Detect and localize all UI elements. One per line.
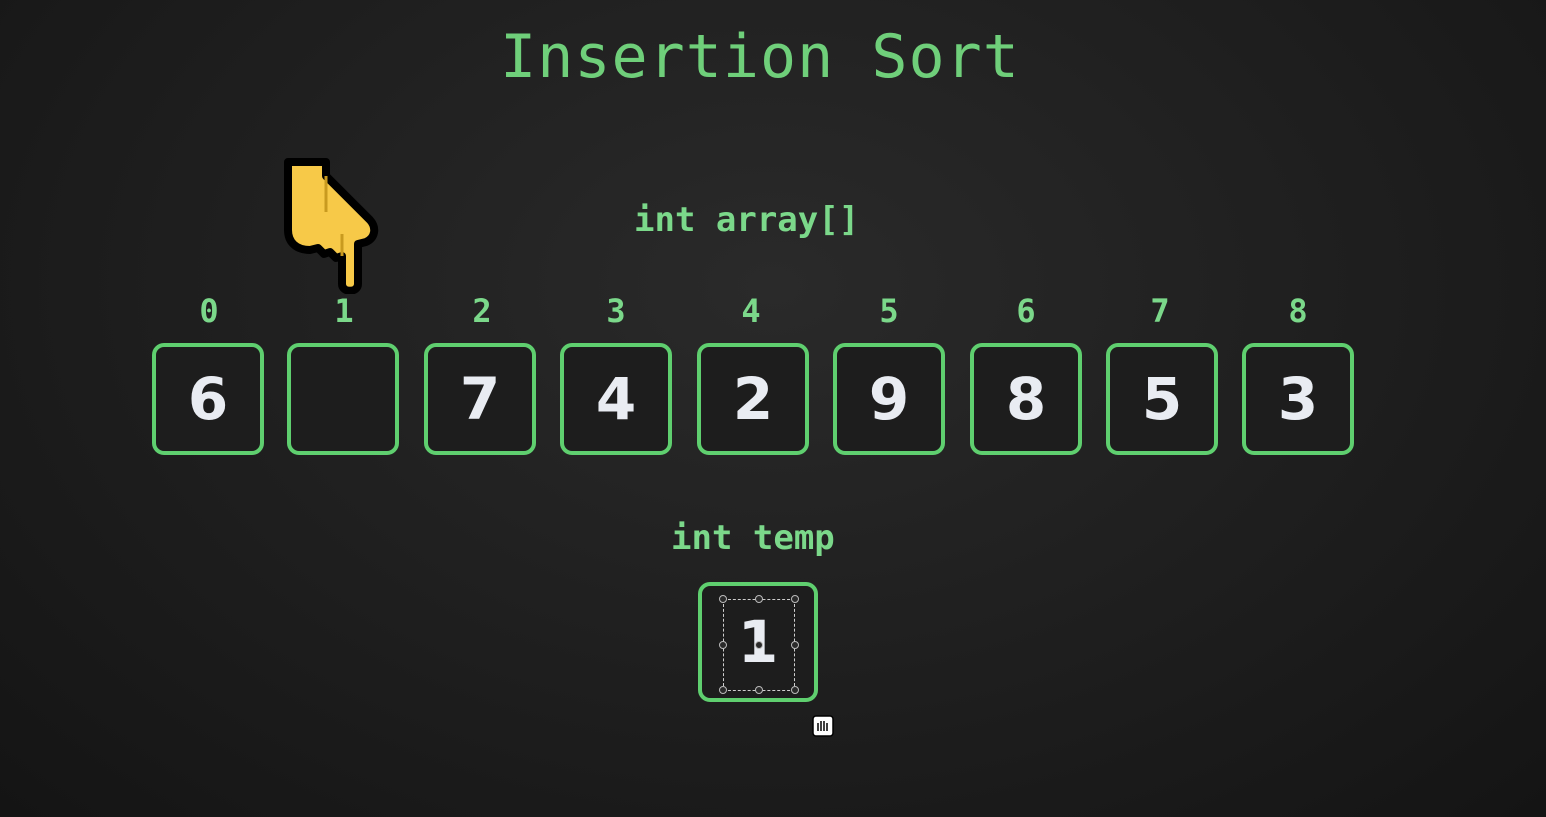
array-cell[interactable]: 9 xyxy=(833,343,945,455)
array-index: 6 xyxy=(1016,292,1036,330)
resize-handle[interactable] xyxy=(791,595,799,603)
array-cell-value: 4 xyxy=(595,365,637,433)
array-cell[interactable]: 3 xyxy=(1242,343,1354,455)
array-index: 0 xyxy=(199,292,219,330)
array-index: 4 xyxy=(741,292,761,330)
array-cell[interactable]: 4 xyxy=(560,343,672,455)
array-index: 2 xyxy=(472,292,492,330)
array-cell[interactable]: 5 xyxy=(1106,343,1218,455)
array-cell[interactable] xyxy=(287,343,399,455)
resize-handle[interactable] xyxy=(755,686,763,694)
resize-handle[interactable] xyxy=(791,686,799,694)
array-cell-value: 3 xyxy=(1277,365,1319,433)
array-label: int array[] xyxy=(634,200,860,240)
array-cell-value: 5 xyxy=(1141,365,1183,433)
array-cell[interactable]: 8 xyxy=(970,343,1082,455)
array-cell[interactable]: 7 xyxy=(424,343,536,455)
array-index: 5 xyxy=(879,292,899,330)
resize-handle[interactable] xyxy=(719,641,727,649)
resize-handle[interactable] xyxy=(791,641,799,649)
array-cell-value: 6 xyxy=(187,365,229,433)
grab-cursor-icon xyxy=(810,713,836,743)
array-cell-value: 2 xyxy=(732,365,774,433)
array-cell[interactable]: 2 xyxy=(697,343,809,455)
page-title: Insertion Sort xyxy=(500,22,1020,92)
array-cell-value: 8 xyxy=(1005,365,1047,433)
array-index: 7 xyxy=(1150,292,1170,330)
array-index: 3 xyxy=(606,292,626,330)
array-index: 8 xyxy=(1288,292,1308,330)
array-cell[interactable]: 6 xyxy=(152,343,264,455)
array-index: 1 xyxy=(334,292,354,330)
move-handle[interactable] xyxy=(755,641,763,649)
array-cell-value: 7 xyxy=(459,365,501,433)
array-cell-value: 9 xyxy=(868,365,910,433)
temp-label: int temp xyxy=(671,518,835,558)
pointing-hand-icon xyxy=(280,154,380,298)
resize-handle[interactable] xyxy=(719,686,727,694)
resize-handle[interactable] xyxy=(719,595,727,603)
resize-handle[interactable] xyxy=(755,595,763,603)
